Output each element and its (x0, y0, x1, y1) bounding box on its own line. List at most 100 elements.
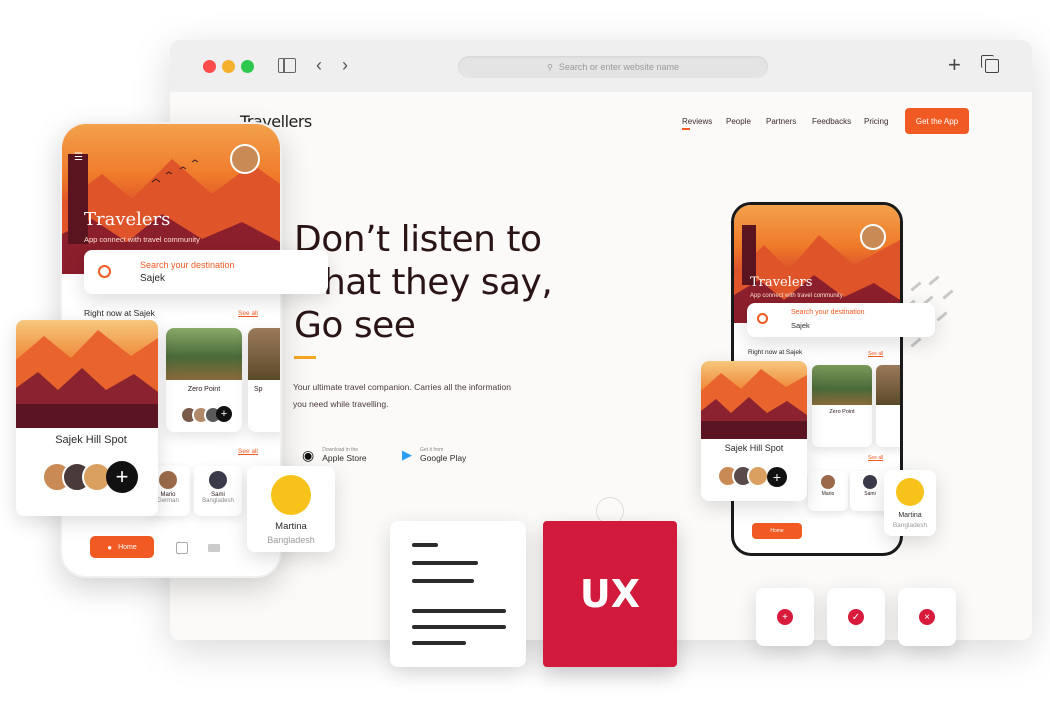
forest-illustration (16, 330, 158, 428)
see-all-link-2[interactable]: See all (238, 448, 258, 455)
cancel-button[interactable]: × (898, 588, 956, 646)
plus-icon: + (777, 609, 793, 625)
app-title: Travelers (750, 275, 813, 290)
search-destination-card[interactable]: Search your destination Sajek (84, 250, 328, 294)
back-icon[interactable]: ‹ (316, 55, 322, 76)
nav-partners[interactable]: Partners (766, 117, 796, 126)
nav-people[interactable]: People (726, 117, 751, 126)
search-destination-card-right[interactable]: Search your destination Sajek (747, 303, 935, 337)
place-image (166, 328, 242, 380)
person-name: Martina (898, 512, 922, 519)
get-app-button[interactable]: Get the App (905, 108, 969, 134)
place-name: Zero Point (187, 386, 221, 393)
menu-icon[interactable]: ☰ (74, 152, 83, 163)
place-card[interactable]: Zero Point + (166, 328, 242, 432)
text-line-icon (412, 543, 438, 547)
confirm-button[interactable]: ✓ (827, 588, 885, 646)
maximize-window-button[interactable] (241, 60, 254, 73)
place-card-partial[interactable] (876, 365, 900, 447)
hero-heading: Don’t listen to what they say, Go see (294, 218, 594, 347)
bookmark-tab-icon[interactable] (176, 542, 188, 554)
spot-name: Sajek Hill Spot (55, 434, 127, 446)
document-card[interactable] (390, 521, 526, 667)
nav-pricing[interactable]: Pricing (864, 117, 888, 126)
martina-avatar (896, 478, 924, 506)
text-line-icon (412, 625, 506, 629)
person-card-martina[interactable]: Martina Bangladesh (247, 466, 335, 552)
nav-feedbacks[interactable]: Feedbacks (812, 117, 851, 126)
search-icon: ⚲ (547, 62, 553, 72)
app-subtitle: App connect with travel community (84, 235, 200, 244)
traveler-avatar (747, 465, 769, 487)
add-button[interactable]: + (756, 588, 814, 646)
person-name: Mario (821, 491, 835, 497)
minimize-window-button[interactable] (222, 60, 235, 73)
search-label: Search your destination (140, 260, 235, 270)
search-value: Sajek (140, 273, 166, 284)
tabs-overview-icon[interactable] (981, 55, 999, 73)
section-title: Right now at Sajek (748, 349, 803, 356)
person-card-martina-right[interactable]: Martina Bangladesh (884, 470, 936, 536)
location-ring-icon (757, 313, 768, 324)
spot-card[interactable]: Sajek Hill Spot + (16, 320, 158, 516)
profile-avatar[interactable] (860, 224, 886, 250)
search-value: Sajek (791, 321, 810, 330)
add-traveler-button[interactable]: + (216, 406, 232, 422)
spot-name: Sajek Hill Spot (724, 443, 784, 453)
person-name: Martina (275, 521, 307, 532)
app-subtitle: App connect with travel community (750, 293, 843, 299)
person-role: Bangladesh (202, 498, 234, 504)
see-all-link[interactable]: See all (238, 310, 258, 317)
address-bar[interactable]: ⚲ Search or enter website name (458, 56, 768, 78)
search-label: Search your destination (791, 309, 865, 316)
spot-image (701, 361, 807, 439)
home-tab-label: Home (770, 528, 784, 534)
hero-line-1: Don’t listen to (294, 219, 542, 260)
see-all-link[interactable]: See all (868, 351, 883, 357)
nav-reviews[interactable]: Reviews (682, 117, 712, 126)
forward-icon[interactable]: › (342, 55, 348, 76)
app-title: Travelers (84, 209, 171, 230)
apple-store-label: Apple Store (322, 453, 367, 463)
text-line-icon (412, 609, 506, 613)
description-line-1: Your ultimate travel companion. Carries … (293, 382, 511, 392)
profile-avatar[interactable] (230, 144, 260, 174)
place-card-partial[interactable]: Sp (248, 328, 280, 432)
place-name-partial: Sp (254, 386, 263, 393)
section-title: Right now at Sajek (84, 308, 155, 318)
browser-toolbar: ‹ › ⚲ Search or enter website name + (170, 40, 1032, 93)
hero-line-2: what they say, (294, 262, 553, 303)
sidebar-toggle-icon[interactable] (278, 58, 296, 73)
see-all-link-2[interactable]: See all (868, 455, 883, 461)
active-nav-indicator (682, 128, 690, 130)
spot-card-right[interactable]: Sajek Hill Spot + (701, 361, 807, 501)
add-traveler-button[interactable]: + (106, 461, 138, 493)
person-country: Bangladesh (892, 522, 928, 529)
close-icon: × (919, 609, 935, 625)
check-icon: ✓ (848, 609, 864, 625)
apple-icon: ◉ (302, 446, 315, 463)
person-country: Bangladesh (267, 535, 315, 545)
home-tab-label: Home (118, 543, 137, 551)
add-traveler-button[interactable]: + (767, 467, 787, 487)
home-tab[interactable]: Home (752, 523, 802, 539)
person-card-mario[interactable]: Mario (808, 471, 848, 511)
spot-image (16, 320, 158, 428)
place-card[interactable]: Zero Point (812, 365, 872, 447)
home-tab[interactable]: ● Home (90, 536, 154, 558)
location-ring-icon (98, 265, 111, 278)
google-play-button[interactable]: ▶ Get it from Google Play (402, 440, 484, 470)
place-image (812, 365, 872, 405)
person-card-sami[interactable]: Sami Bangladesh (194, 466, 242, 516)
close-window-button[interactable] (203, 60, 216, 73)
google-play-icon: ▶ (402, 447, 412, 462)
martina-avatar (271, 475, 311, 515)
hero-description: Your ultimate travel companion. Carries … (293, 379, 543, 413)
text-line-icon (412, 579, 474, 583)
text-line-icon (412, 641, 466, 645)
new-tab-icon[interactable]: + (948, 52, 961, 78)
text-line-icon (412, 561, 478, 565)
gallery-tab-icon[interactable] (208, 544, 220, 552)
description-line-2: you need while travelling. (293, 399, 389, 409)
hero-accent-line (294, 356, 316, 359)
